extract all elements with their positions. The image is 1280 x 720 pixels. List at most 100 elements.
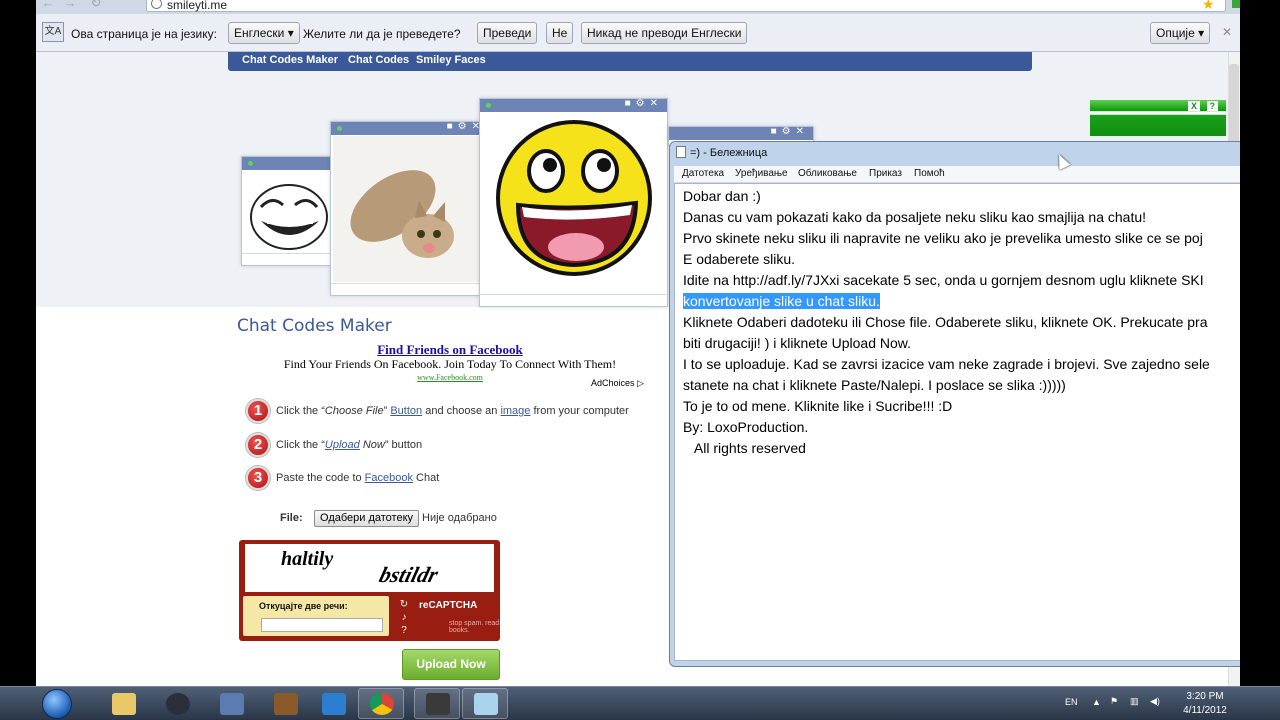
step-1-image-link[interactable]: image (500, 405, 530, 417)
menu-edit[interactable]: Уређивање (735, 168, 788, 179)
step-2-badge: 2 (246, 433, 270, 457)
notepad-task-icon (474, 693, 498, 715)
chat-window-troll (241, 156, 336, 266)
text-line: To je to od mene. Kliknite like i Sucrib… (683, 398, 953, 414)
captcha-input[interactable] (261, 618, 383, 632)
app-icon (322, 693, 346, 715)
browser-toolbar: ← → ↻ smileyti.me ★ ✎ (36, 0, 1265, 14)
upload-now-button[interactable]: Upload Now (402, 649, 500, 680)
menu-view[interactable]: Приказ (869, 168, 902, 179)
scrollbar-thumb[interactable] (1229, 64, 1239, 146)
choose-file-button[interactable]: Одабери датотеку (314, 510, 420, 527)
taskbar-steam[interactable] (154, 688, 200, 719)
close-icon[interactable]: ✕ (1222, 25, 1232, 39)
extension-icon[interactable] (1232, 0, 1240, 8)
bookmark-star-icon[interactable]: ★ (1202, 0, 1215, 13)
translate-icon: 文A (42, 22, 64, 42)
file-status: Није одабрано (422, 512, 497, 524)
ad-description: Find Your Friends On Facebook. Join Toda… (283, 357, 617, 371)
file-label: File: (280, 512, 303, 524)
text-line: Dobar dan :) (683, 188, 761, 204)
step-3-badge: 3 (246, 466, 270, 490)
text-line: E odaberete sliku. (683, 251, 796, 267)
menu-format[interactable]: Обликовање (798, 168, 857, 179)
translate-label: Ова страница је на језику: (71, 27, 217, 41)
clock-time: 3:20 PM (1186, 691, 1224, 702)
windows-logo-icon (42, 689, 72, 719)
step-2-text: Click the “Upload Now” button (276, 439, 423, 451)
notepad-titlebar[interactable]: =) - Бележница (676, 146, 767, 159)
taskbar-explorer[interactable] (100, 688, 146, 719)
taskbar-notepad[interactable] (462, 688, 508, 719)
notepad-icon (676, 146, 686, 158)
help-icon[interactable]: ? (397, 624, 411, 637)
ad-url-link[interactable]: www.Facebook.com (270, 373, 630, 382)
taskbar-app[interactable] (310, 688, 356, 719)
notepad-window: =) - Бележница Датотека Уређивање Облико… (669, 141, 1259, 667)
folder-icon (112, 693, 136, 715)
refresh-icon[interactable]: ↻ (397, 598, 411, 611)
forward-arrow-icon[interactable]: → (62, 0, 78, 11)
taskbar-network[interactable] (208, 688, 254, 719)
nav-smiley-faces[interactable]: Smiley Faces (416, 54, 486, 66)
tray-up-icon[interactable]: ▲ (1092, 697, 1101, 707)
widget-help-button[interactable]: ? (1206, 101, 1218, 111)
no-button[interactable]: Не (546, 22, 574, 44)
back-arrow-icon[interactable]: ← (40, 0, 56, 11)
never-translate-button[interactable]: Никад не преводи Енглески (581, 22, 748, 44)
ad-title-link[interactable]: Find Friends on Facebook (270, 342, 630, 358)
widget-close-button[interactable]: X (1187, 101, 1200, 111)
notepad-menubar: Датотека Уређивање Обликовање Приказ Пом… (674, 166, 1254, 183)
recaptcha-logo: reCAPTCHA (419, 600, 478, 611)
audio-icon[interactable]: ♪ (397, 611, 411, 624)
address-bar[interactable]: smileyti.me (146, 0, 1226, 12)
translate-infobar: 文A Ова страница је на језику: Енглески ▾… (36, 14, 1240, 52)
step-2-upload-link[interactable]: Upload (325, 439, 360, 451)
options-button[interactable]: Опције ▾ (1150, 22, 1211, 44)
text-line: Prvo skinete neku sliku ili napravite ne… (683, 230, 1203, 246)
text-line: stanete na chat i kliknete Paste/Nalepi.… (683, 377, 1066, 393)
step-1-button-link[interactable]: Button (390, 405, 422, 417)
selected-text-line: konvertovanje slike u chat sliku. (683, 293, 880, 309)
language-indicator[interactable]: EN (1065, 697, 1078, 707)
captcha-image: haltily bstildr (245, 544, 494, 592)
menu-help[interactable]: Помоћ (914, 168, 945, 179)
text-line: Idite na http://adf.ly/7JXxi sacekate 5 … (683, 272, 1204, 288)
right-black-edge (1240, 0, 1280, 686)
flag-icon[interactable]: ⚑ (1110, 696, 1118, 707)
chrome-icon (370, 693, 394, 715)
adchoices-link[interactable]: AdChoices ▷ (591, 378, 644, 389)
text-line: biti drugaciji! ) i kliknete Upload Now. (683, 335, 911, 351)
cowboy-icon (274, 693, 298, 715)
step-1-text: Click the “Choose File” Button and choos… (276, 405, 629, 417)
network-icon (220, 693, 244, 715)
network-tray-icon[interactable]: ▥ (1130, 696, 1139, 707)
camera-icon (426, 693, 450, 715)
troll-face-image (250, 184, 328, 250)
captcha-input-box: Откуцајте две речи: (243, 596, 389, 636)
chat-window-awesome-face: ■⚙✕ (479, 98, 668, 307)
recaptcha-tagline: stop spam. read books. (449, 620, 500, 634)
nav-chat-codes[interactable]: Chat Codes (348, 54, 409, 66)
reload-icon[interactable]: ↻ (88, 0, 104, 11)
captcha-controls: ↻ ♪ ? (397, 598, 411, 637)
clock[interactable]: 3:20 PM 4/11/2012 (1175, 690, 1235, 718)
step-3-facebook-link[interactable]: Facebook (365, 472, 413, 484)
taskbar-camera[interactable] (414, 688, 460, 719)
volume-icon[interactable]: ◀) (1150, 696, 1160, 707)
text-line: All rights reserved (683, 440, 806, 456)
notepad-text-area[interactable]: Dobar dan :) Danas cu vam pokazati kako … (674, 183, 1254, 661)
steam-icon (166, 693, 190, 715)
start-button[interactable] (38, 687, 78, 720)
text-line: Danas cu vam pokazati kako da posaljete … (683, 209, 1147, 225)
maker-title: Chat Codes Maker (237, 316, 392, 336)
translate-question: Желите ли да је преведете? (303, 27, 461, 41)
left-black-edge (0, 0, 36, 686)
translate-button[interactable]: Преведи (477, 22, 538, 44)
taskbar-cowboy[interactable] (262, 688, 308, 719)
menu-file[interactable]: Датотека (682, 168, 724, 179)
nav-chat-codes-maker[interactable]: Chat Codes Maker (242, 54, 338, 66)
recaptcha-widget: haltily bstildr Откуцајте две речи: ↻ ♪ … (239, 540, 500, 641)
taskbar-chrome[interactable] (358, 688, 404, 719)
language-select[interactable]: Енглески ▾ (228, 22, 300, 44)
